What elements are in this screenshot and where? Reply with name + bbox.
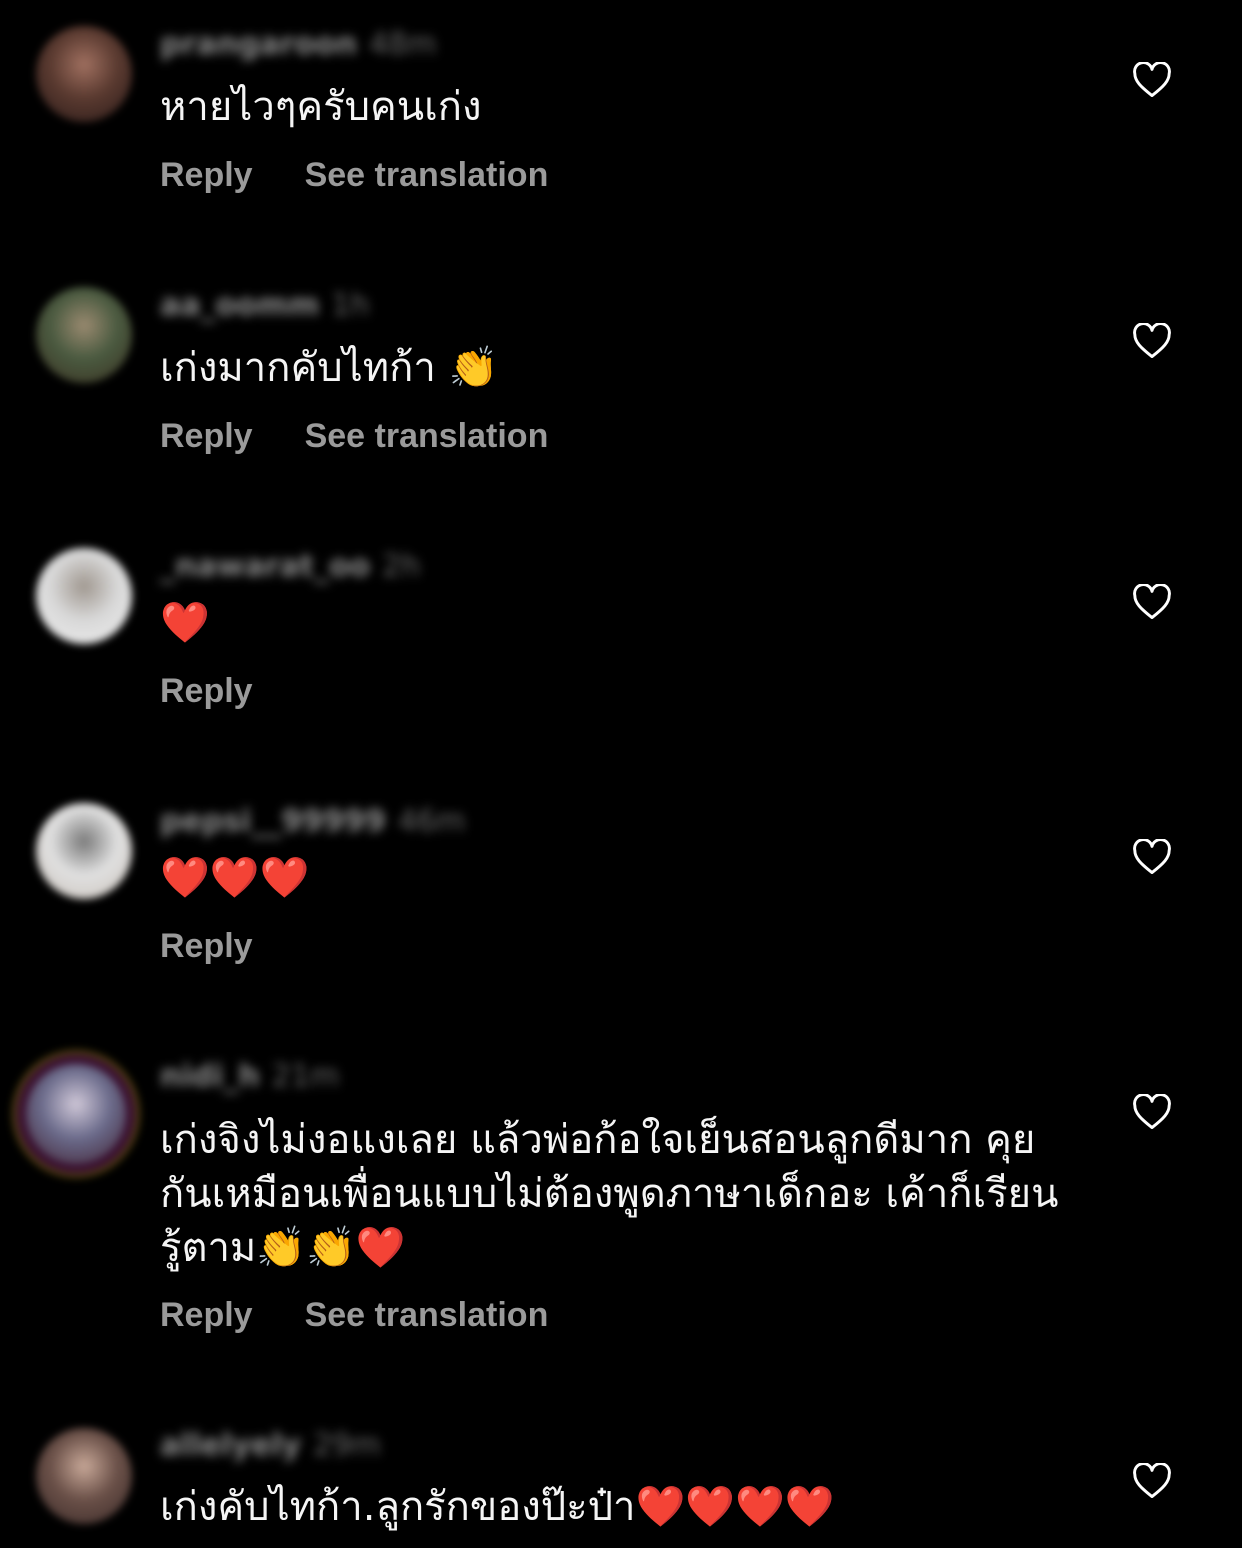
username[interactable]: nidi_h bbox=[160, 1059, 260, 1094]
like-button[interactable] bbox=[1132, 62, 1172, 98]
heart-outline-icon bbox=[1133, 323, 1171, 359]
heart-outline-icon bbox=[1133, 1094, 1171, 1130]
avatar[interactable] bbox=[36, 803, 132, 899]
reply-button[interactable]: Reply bbox=[160, 927, 253, 966]
heart-outline-icon bbox=[1133, 62, 1171, 98]
comment-actions: Reply See translation bbox=[160, 156, 548, 195]
like-button[interactable] bbox=[1132, 1094, 1172, 1130]
see-translation-button[interactable]: See translation bbox=[305, 1296, 549, 1335]
heart-outline-icon bbox=[1133, 1463, 1171, 1499]
see-translation-button[interactable]: See translation bbox=[305, 156, 549, 195]
avatar[interactable] bbox=[36, 1428, 132, 1524]
comment-meta: nidi_h 21m bbox=[160, 1056, 339, 1096]
like-button[interactable] bbox=[1132, 839, 1172, 875]
comment-text: ❤️ bbox=[160, 600, 210, 646]
timestamp: 29m bbox=[313, 1427, 381, 1463]
timestamp: 21m bbox=[271, 1058, 340, 1094]
comment-text: ❤️❤️❤️ bbox=[160, 855, 310, 901]
like-button[interactable] bbox=[1132, 323, 1172, 359]
username[interactable]: allelyely bbox=[160, 1428, 301, 1463]
comment-actions: Reply See translation bbox=[160, 417, 548, 456]
comment-meta: prangaroon 48m bbox=[160, 24, 436, 64]
comment-meta: pepsi__99999 46m bbox=[160, 801, 465, 841]
timestamp: 2h bbox=[382, 548, 421, 584]
like-button[interactable] bbox=[1132, 584, 1172, 620]
comment-actions: Reply bbox=[160, 927, 253, 966]
username[interactable]: _nawarat_oo bbox=[160, 549, 370, 584]
username[interactable]: prangaroon bbox=[160, 27, 357, 62]
comment-meta: aa_oomm 1h bbox=[160, 285, 369, 325]
avatar[interactable] bbox=[36, 26, 132, 122]
comment-text: เก่งคับไทก้า.ลูกรักของป๊ะป๋า❤️❤️❤️❤️ bbox=[160, 1484, 835, 1530]
reply-button[interactable]: Reply bbox=[160, 417, 253, 456]
timestamp: 48m bbox=[368, 26, 437, 62]
avatar[interactable] bbox=[36, 548, 132, 644]
heart-outline-icon bbox=[1133, 839, 1171, 875]
like-button[interactable] bbox=[1132, 1463, 1172, 1499]
comment-text: เก่งมากคับไทก้า 👏 bbox=[160, 345, 499, 391]
heart-outline-icon bbox=[1133, 584, 1171, 620]
comment-meta: _nawarat_oo 2h bbox=[160, 546, 420, 586]
reply-button[interactable]: Reply bbox=[160, 672, 253, 711]
comment-text: เก่งจิงไม่งอแงเลย แล้วพ่อก้อใจเย็นสอนลูก… bbox=[160, 1117, 1059, 1271]
reply-button[interactable]: Reply bbox=[160, 156, 253, 195]
comment-actions: Reply bbox=[160, 672, 253, 711]
reply-button[interactable]: Reply bbox=[160, 1296, 253, 1335]
comment-meta: allelyely 29m bbox=[160, 1425, 381, 1465]
avatar[interactable] bbox=[36, 287, 132, 383]
avatar-with-story-ring[interactable] bbox=[26, 1064, 126, 1164]
timestamp: 1h bbox=[331, 287, 370, 323]
comment-text: หายไวๆครับคนเก่ง bbox=[160, 84, 482, 130]
timestamp: 46m bbox=[397, 803, 466, 839]
username[interactable]: aa_oomm bbox=[160, 288, 319, 323]
see-translation-button[interactable]: See translation bbox=[305, 417, 549, 456]
comment-actions: Reply See translation bbox=[160, 1296, 548, 1335]
username[interactable]: pepsi__99999 bbox=[160, 804, 386, 839]
